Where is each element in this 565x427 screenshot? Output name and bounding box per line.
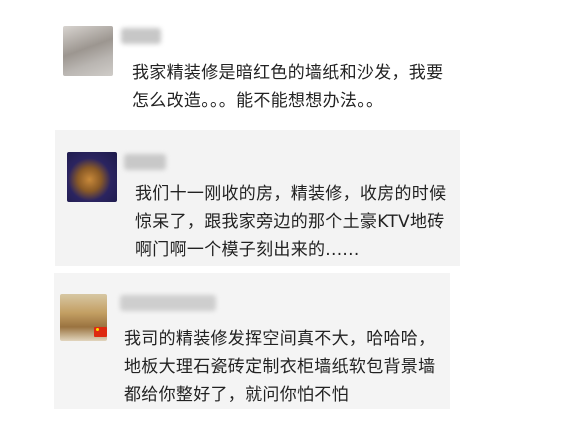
avatar[interactable] (63, 26, 113, 76)
blurred-username (124, 154, 166, 170)
comment-line: 怎么改造。。。能不能想想办法。。 (132, 91, 384, 111)
comment-text: 我司的精装修发挥空间真不大，哈哈哈， 地板大理石瓷砖定制衣柜墙纸软包背景墙 都给… (124, 325, 444, 409)
blurred-username (121, 28, 161, 44)
comment-line: 我家精装修是暗红色的墙纸和沙发，我要 (132, 63, 444, 83)
comment-item-3: 我司的精装修发挥空间真不大，哈哈哈， 地板大理石瓷砖定制衣柜墙纸软包背景墙 都给… (54, 273, 450, 409)
comment-line: 我们十一刚收的房，精装修，收房的时候 (135, 184, 447, 204)
blurred-username (120, 295, 216, 311)
comment-line: 都给你整好了，就问你怕不怕 (124, 385, 349, 405)
china-flag-icon (94, 327, 107, 337)
avatar[interactable] (67, 152, 117, 202)
comment-item-1: 我家精装修是暗红色的墙纸和沙发，我要 怎么改造。。。能不能想想办法。。 (52, 10, 502, 122)
comment-item-2: 我们十一刚收的房，精装修，收房的时候 惊呆了，跟我家旁边的那个土豪KTV地砖 啊… (55, 130, 460, 266)
comment-line: 地板大理石瓷砖定制衣柜墙纸软包背景墙 (124, 357, 436, 377)
comment-text: 我家精装修是暗红色的墙纸和沙发，我要 怎么改造。。。能不能想想办法。。 (132, 59, 502, 115)
comment-line: 啊门啊一个模子刻出来的...... (135, 240, 360, 260)
comment-line: 我司的精装修发挥空间真不大，哈哈哈， (124, 329, 436, 349)
comment-text: 我们十一刚收的房，精装修，收房的时候 惊呆了，跟我家旁边的那个土豪KTV地砖 啊… (135, 180, 460, 264)
comment-line: 惊呆了，跟我家旁边的那个土豪KTV地砖 (135, 212, 445, 232)
